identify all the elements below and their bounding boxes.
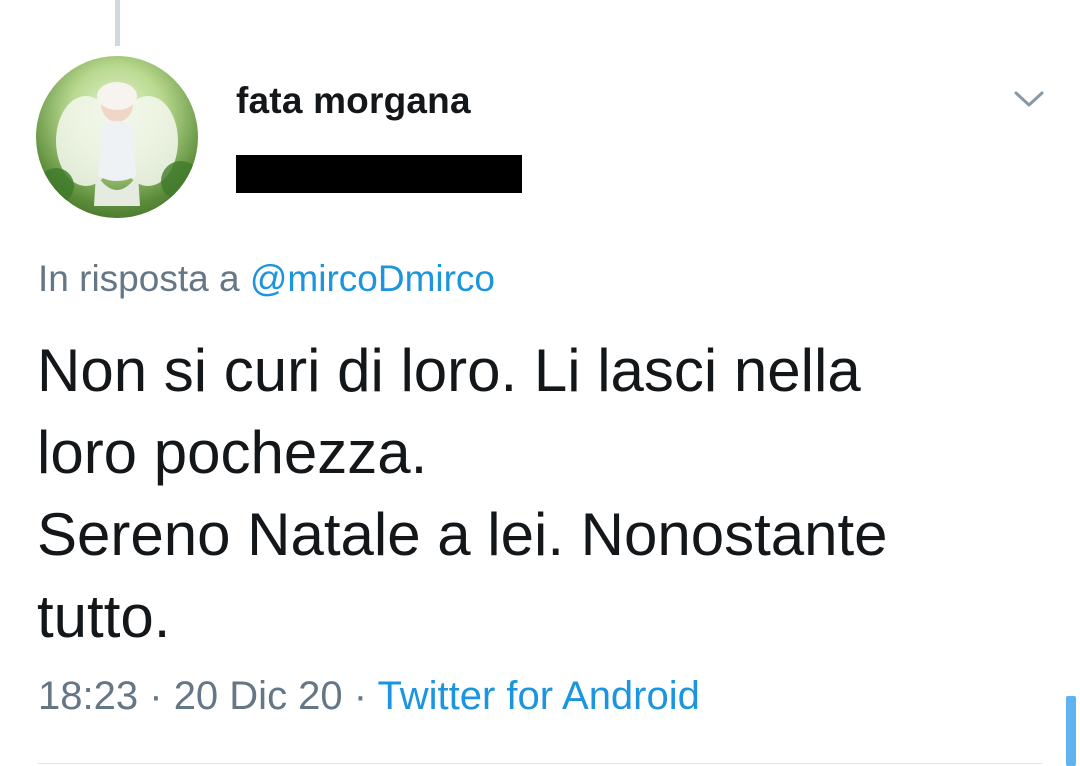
- avatar[interactable]: [36, 56, 198, 218]
- tweet-text-line: tutto.: [37, 583, 171, 650]
- meta-separator: ·: [149, 674, 163, 718]
- tweet-text: Non si curi di loro. Li lasci nella loro…: [37, 330, 1037, 658]
- divider: [38, 763, 1042, 764]
- tweet-meta: 18:23 · 20 Dic 20 · Twitter for Android: [38, 674, 700, 719]
- tweet-date: 20 Dic 20: [173, 674, 343, 718]
- tweet-text-line: Non si curi di loro. Li lasci nella: [37, 337, 861, 404]
- tweet-source-link[interactable]: Twitter for Android: [378, 674, 700, 718]
- reply-prefix: In risposta a: [38, 258, 240, 299]
- fairy-avatar-icon: [38, 82, 198, 206]
- scrollbar-thumb[interactable]: [1066, 696, 1076, 766]
- meta-separator: ·: [353, 674, 368, 718]
- tweet-text-line: loro pochezza.: [37, 419, 428, 486]
- tweet-time: 18:23: [38, 674, 139, 718]
- thread-connector-line: [115, 0, 120, 46]
- redacted-handle: [236, 155, 522, 193]
- reply-context: In risposta a @mircoDmirco: [38, 258, 495, 300]
- reply-mention-link[interactable]: @mircoDmirco: [250, 258, 495, 299]
- author-display-name[interactable]: fata morgana: [236, 80, 471, 122]
- tweet-text-line: Sereno Natale a lei. Nonostante: [37, 501, 888, 568]
- chevron-down-icon[interactable]: [1010, 84, 1048, 114]
